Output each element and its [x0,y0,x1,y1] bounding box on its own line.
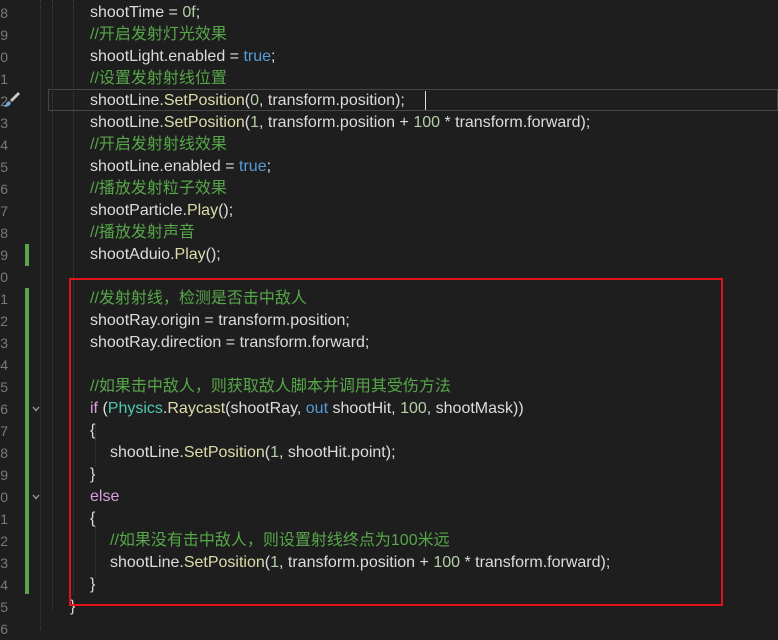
code-line[interactable]: //开启发射灯光效果 [0,24,778,46]
code-token: ; [195,4,201,21]
code-token: shootLight.enabled = [90,48,244,65]
code-token: //播放发射粒子效果 [90,180,227,197]
code-token: shootAduio. [90,246,175,263]
code-token: 0f [182,4,196,21]
code-token: , transform.position); [259,92,405,109]
code-token: Play [186,202,219,219]
code-token: Play [174,246,206,263]
code-line[interactable]: //播放发射声音 [0,222,778,244]
code-token: shootLine. [90,114,164,131]
code-line[interactable]: shootTime = 0f; [0,2,778,24]
code-token: //设置发射射线位置 [90,70,227,87]
code-token: * transform.forward); [440,114,591,131]
code-token: shootLine. [90,92,164,109]
code-editor[interactable]: 89012345678901234567890123456 shootTime … [0,0,778,640]
red-highlight-box [69,278,723,606]
code-token: shootLine.enabled = [90,158,240,175]
code-line[interactable]: shootParticle.Play(); [0,200,778,222]
code-token: 0 [250,92,260,109]
code-token: //开启发射灯光效果 [90,26,227,43]
code-token: (); [218,202,234,219]
code-line[interactable]: //设置发射射线位置 [0,68,778,90]
code-token: 100 [413,114,441,131]
code-token: (); [205,246,221,263]
code-token: SetPosition [163,92,245,109]
text-caret [425,91,426,110]
code-line[interactable]: shootLine.SetPosition(1, transform.posit… [0,112,778,134]
code-token: //开启发射射线效果 [90,136,227,153]
code-token: SetPosition [163,114,245,131]
code-token: shootParticle. [90,202,187,219]
code-token: 1 [250,114,260,131]
code-line[interactable]: //开启发射射线效果 [0,134,778,156]
code-token: , transform.position + [259,114,414,131]
code-line[interactable]: //播放发射粒子效果 [0,178,778,200]
code-line[interactable]: shootLine.enabled = true; [0,156,778,178]
code-line[interactable]: shootLight.enabled = true; [0,46,778,68]
code-line[interactable]: shootLine.SetPosition(0, transform.posit… [0,90,778,112]
code-token: true [243,48,272,65]
code-line[interactable]: shootAduio.Play(); [0,244,778,266]
code-token: true [239,158,267,175]
code-token: //播放发射声音 [90,224,195,241]
code-token: ; [271,48,276,65]
code-token: ; [266,158,272,175]
code-token: shootTime = [90,4,183,21]
code-line[interactable] [0,618,778,640]
